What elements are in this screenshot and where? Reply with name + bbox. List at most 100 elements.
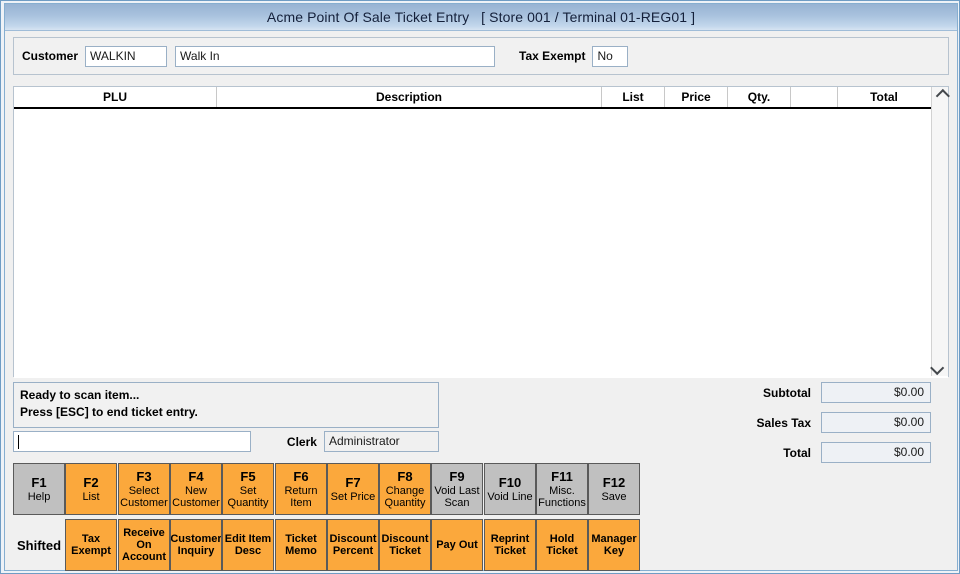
shifted-key-manager-key[interactable]: Manager Key <box>588 519 640 571</box>
function-key-row: F1 Help F2 List F3 Select Customer F4 New Custo… <box>13 463 643 517</box>
grid-header-row: PLU Description List Price Qty. Total <box>14 87 948 109</box>
fkey-number: F12 <box>602 475 626 490</box>
shifted-key-row: Shifted Tax Exempt Receive On Account Cust… <box>13 519 643 571</box>
fkey-label: Void Last Scan <box>434 485 480 509</box>
shifted-key-label: Tax Exempt <box>71 533 111 557</box>
fkey-number: F3 <box>136 469 152 484</box>
chevron-up-icon[interactable] <box>932 87 950 104</box>
shifted-key-label: Edit Item Desc <box>224 533 272 557</box>
shifted-key-edit-item-desc[interactable]: Edit Item Desc <box>222 519 274 571</box>
shifted-key-discount-ticket[interactable]: Discount Ticket <box>379 519 431 571</box>
grid-body <box>14 109 948 378</box>
column-header-total[interactable]: Total <box>838 87 930 107</box>
shifted-key-label: Manager Key <box>591 533 637 557</box>
customer-label: Customer <box>22 49 79 63</box>
fkey-f1: F1 Help <box>13 463 65 515</box>
shifted-key-label: Customer Inquiry <box>170 533 222 557</box>
ticket-items-grid: PLU Description List Price Qty. Total <box>13 86 950 378</box>
subtotal-value: $0.00 <box>821 382 931 403</box>
status-line-2: Press [ESC] to end ticket entry. <box>20 405 198 419</box>
shifted-key-label: Ticket Memo <box>285 533 317 557</box>
fkey-f4[interactable]: F4 New Customer <box>170 463 222 515</box>
total-value: $0.00 <box>821 442 931 463</box>
fkey-label: Set Quantity <box>227 485 269 509</box>
fkey-number: F5 <box>240 469 256 484</box>
chevron-down-icon[interactable] <box>930 359 948 376</box>
fkey-label: Void Line <box>487 491 533 503</box>
shifted-key-ticket-memo[interactable]: Ticket Memo <box>275 519 327 571</box>
fkey-number: F11 <box>551 469 573 484</box>
customer-code-field[interactable]: WALKIN <box>85 45 168 67</box>
function-key-pad: F1 Help F2 List F3 Select Customer F4 New Custo… <box>13 463 643 571</box>
fkey-f5[interactable]: F5 Set Quantity <box>222 463 274 515</box>
fkey-f9: F9 Void Last Scan <box>431 463 483 515</box>
column-header-list[interactable]: List <box>602 87 665 107</box>
fkey-f3[interactable]: F3 Select Customer <box>118 463 170 515</box>
subtotal-label: Subtotal <box>763 385 811 400</box>
fkey-label: Misc. Functions <box>538 485 586 509</box>
fkey-label: Set Price <box>330 491 376 503</box>
grid-vertical-scrollbar[interactable] <box>930 87 950 376</box>
shifted-key-label: Hold Ticket <box>546 533 578 557</box>
sales-tax-value: $0.00 <box>821 412 931 433</box>
shifted-key-label: Discount Percent <box>329 533 377 557</box>
tax-exempt-label: Tax Exempt <box>519 49 586 63</box>
shifted-key-pay-out[interactable]: Pay Out <box>431 519 483 571</box>
status-line-1: Ready to scan item... <box>20 388 140 402</box>
fkey-label: Select Customer <box>120 485 168 509</box>
fkey-number: F7 <box>345 475 361 490</box>
status-message-box: Ready to scan item... Press [ESC] to end… <box>13 382 439 428</box>
customer-panel: Customer WALKIN Walk In Tax Exempt No <box>13 37 949 75</box>
subtotal-row: Subtotal $0.00 <box>711 382 931 403</box>
sales-tax-label: Sales Tax <box>756 415 811 430</box>
total-label: Total <box>783 445 811 460</box>
fkey-number: F8 <box>397 469 413 484</box>
fkey-f10: F10 Void Line <box>484 463 536 515</box>
shifted-key-label: Discount Ticket <box>381 533 429 557</box>
fkey-number: F2 <box>83 475 99 490</box>
fkey-f6[interactable]: F6 Return Item <box>275 463 327 515</box>
fkey-f7[interactable]: F7 Set Price <box>327 463 379 515</box>
fkey-label: Help <box>27 491 51 503</box>
column-header-price[interactable]: Price <box>665 87 728 107</box>
shifted-key-label: Pay Out <box>436 539 478 551</box>
window-title: Acme Point Of Sale Ticket Entry [ Store … <box>266 9 696 25</box>
fkey-f12: F12 Save <box>588 463 640 515</box>
fkey-label: List <box>82 491 100 503</box>
fkey-number: F9 <box>449 469 465 484</box>
shifted-key-discount-percent[interactable]: Discount Percent <box>327 519 379 571</box>
total-row: Total $0.00 <box>711 442 931 463</box>
pos-window: Acme Point Of Sale Ticket Entry [ Store … <box>0 0 960 574</box>
fkey-number: F6 <box>293 469 309 484</box>
fkey-f8[interactable]: F8 Change Quantity <box>379 463 431 515</box>
shifted-key-receive-on-account[interactable]: Receive On Account <box>118 519 170 571</box>
column-header-blank[interactable] <box>791 87 838 107</box>
fkey-number: F10 <box>498 475 522 490</box>
column-header-plu[interactable]: PLU <box>14 87 217 107</box>
sales-tax-row: Sales Tax $0.00 <box>711 412 931 433</box>
fkey-label: Save <box>601 491 627 503</box>
shifted-label: Shifted <box>16 537 62 553</box>
text-caret <box>18 435 19 449</box>
fkey-label: New Customer <box>172 485 220 509</box>
shifted-key-reprint-ticket[interactable]: Reprint Ticket <box>484 519 536 571</box>
shifted-key-label: Receive On Account <box>122 527 166 563</box>
shifted-key-label: Reprint Ticket <box>490 533 530 557</box>
scan-row: Clerk Administrator <box>13 431 439 452</box>
column-header-qty[interactable]: Qty. <box>728 87 791 107</box>
tax-exempt-field[interactable]: No <box>592 45 629 67</box>
column-header-description[interactable]: Description <box>217 87 602 107</box>
clerk-label: Clerk <box>286 434 317 449</box>
scan-input[interactable] <box>13 431 251 452</box>
title-bar: Acme Point Of Sale Ticket Entry [ Store … <box>5 4 957 31</box>
fkey-number: F4 <box>188 469 204 484</box>
shifted-key-tax-exempt[interactable]: Tax Exempt <box>65 519 117 571</box>
window-inner: Acme Point Of Sale Ticket Entry [ Store … <box>4 3 958 571</box>
customer-name-field[interactable]: Walk In <box>175 45 496 67</box>
fkey-number: F1 <box>31 475 47 490</box>
fkey-f2[interactable]: F2 List <box>65 463 117 515</box>
shifted-key-customer-inquiry[interactable]: Customer Inquiry <box>170 519 222 571</box>
shifted-key-hold-ticket[interactable]: Hold Ticket <box>536 519 588 571</box>
totals-panel: Subtotal $0.00 Sales Tax $0.00 Total $0.… <box>711 382 931 472</box>
fkey-f11: F11 Misc. Functions <box>536 463 588 515</box>
